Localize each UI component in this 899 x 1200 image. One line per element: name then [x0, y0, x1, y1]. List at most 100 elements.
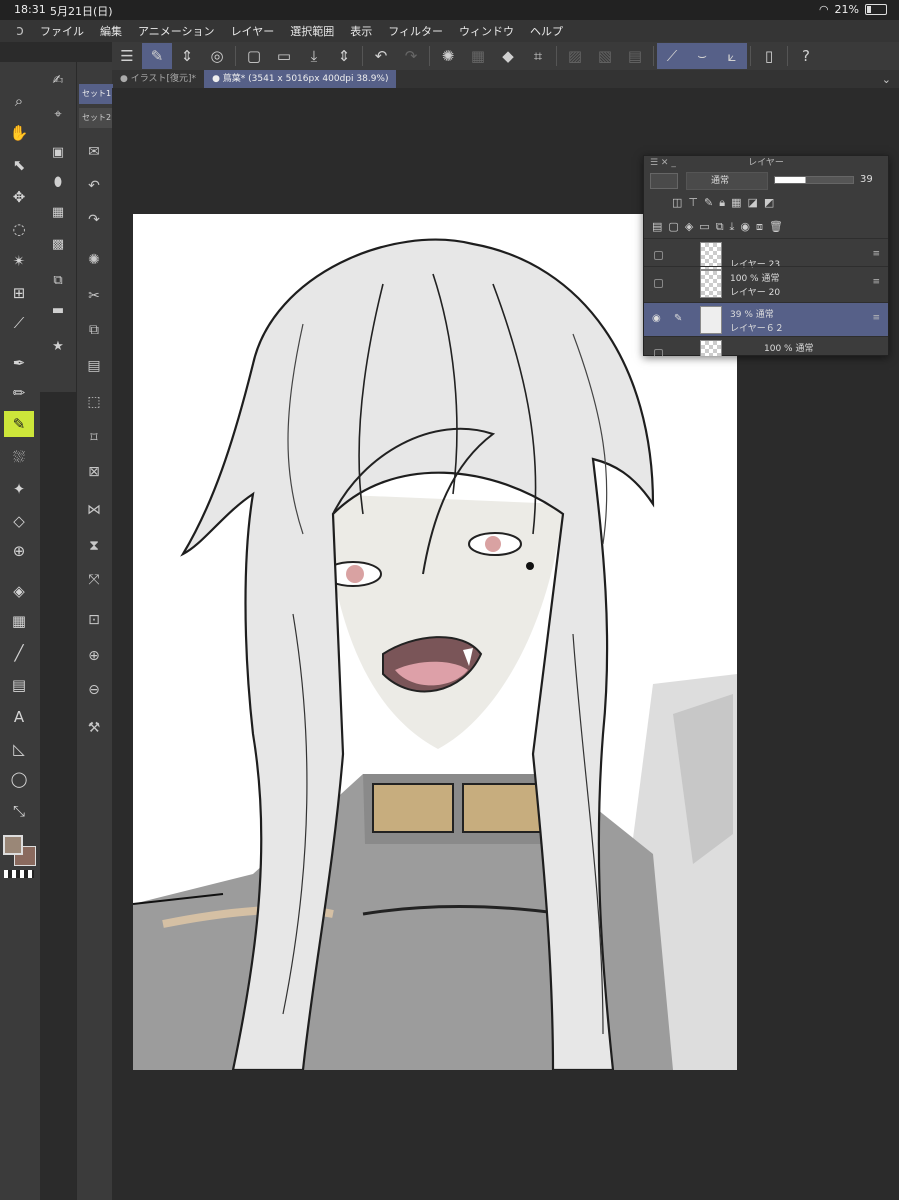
pen-settings-icon[interactable]: ⟀ [717, 43, 747, 69]
layer-property-icon[interactable]: ▤ [652, 220, 662, 234]
hand-icon[interactable]: ✋ [4, 120, 34, 146]
layer-subtool-icon[interactable]: ▣ [44, 140, 72, 164]
clip-studio-icon[interactable]: ◎ [202, 43, 232, 69]
menu-window[interactable]: ウィンドウ [459, 23, 514, 39]
zoom-in-icon[interactable]: ⊕ [79, 642, 109, 670]
zoom-fit-icon[interactable]: ⊡ [79, 606, 109, 634]
decoration-icon[interactable]: ✦ [4, 476, 34, 502]
eraser-icon[interactable]: ◇ [4, 508, 34, 534]
blend-mode-select[interactable]: 通常 [686, 172, 768, 190]
visibility-toggle[interactable] [654, 349, 663, 356]
tab-tsutaba[interactable]: ● 蔦葉* (3541 x 5016px 400dpi 38.9%) [204, 70, 397, 88]
spinner-icon[interactable]: ✺ [79, 246, 109, 274]
opacity-value[interactable]: 39 [860, 174, 873, 185]
open-folder-icon[interactable]: ▭ [269, 43, 299, 69]
drops-icon[interactable]: ⬮ [44, 170, 72, 194]
cut-icon[interactable]: ✂ [79, 282, 109, 310]
trash-icon[interactable]: 🗑︎ [769, 220, 783, 234]
save-stepper-icon[interactable]: ⇕ [329, 43, 359, 69]
reference-icon[interactable]: ⊤ [688, 196, 698, 210]
lock-alpha-icon[interactable]: ▦ [731, 196, 741, 210]
panel-window-controls[interactable]: ☰ ✕ _ [650, 156, 676, 170]
app-logo-icon[interactable]: ↄ [0, 23, 40, 39]
eraser-subtool-icon[interactable]: ⌖ [44, 102, 72, 126]
flip-vertical-icon[interactable]: ⧗ [79, 532, 109, 560]
layer-menu-icon[interactable]: ≡ [872, 277, 880, 287]
clear-icon[interactable]: ▦ [463, 43, 493, 69]
undo-side-icon[interactable]: ↶ [79, 172, 109, 200]
brush-icon[interactable]: ✎ [4, 411, 34, 437]
pen-icon[interactable]: ✒ [4, 350, 34, 376]
new-folder-icon[interactable]: ▭ [699, 220, 709, 234]
magic-wand-icon[interactable]: ✴ [4, 248, 34, 274]
pen-subtool-icon[interactable]: ✍ [44, 68, 72, 92]
crop-icon[interactable]: ▤ [620, 43, 650, 69]
figure-icon[interactable]: ╱ [4, 640, 34, 666]
new-vector-layer-icon[interactable]: ◈ [685, 220, 693, 234]
help-icon[interactable]: ? [791, 43, 821, 69]
gradient-icon[interactable]: ▦ [4, 608, 34, 634]
balloon-icon[interactable]: ◺ [4, 736, 34, 762]
merge-icon[interactable]: ⧉ [716, 220, 724, 234]
clip-icon[interactable]: ◫ [672, 196, 682, 210]
navigator-icon[interactable]: ▬ [44, 298, 72, 322]
mask-icon[interactable]: ◪ [747, 196, 757, 210]
transform-icon[interactable]: ⌗ [523, 43, 553, 69]
fill-icon[interactable]: ◆ [493, 43, 523, 69]
speech-bubble-icon[interactable]: ◯ [4, 766, 34, 792]
copy-layer-icon[interactable]: ⧈ [756, 220, 763, 234]
menu-view[interactable]: 表示 [350, 23, 372, 39]
set-1-button[interactable]: セット1 [79, 84, 113, 104]
film-icon[interactable]: ▩ [44, 232, 72, 256]
set-2-button[interactable]: セット2 [79, 108, 113, 128]
mesh-transform-icon[interactable]: ⊠ [79, 458, 109, 486]
new-raster-layer-icon[interactable]: ▢ [668, 220, 678, 234]
fill-bucket-icon[interactable]: ◈ [4, 578, 34, 604]
menu-selection[interactable]: 選択範囲 [290, 23, 334, 39]
layer-row[interactable]: 100 % 通常 [644, 336, 888, 356]
main-color-swatch[interactable] [3, 835, 23, 855]
news-icon[interactable]: ✉ [79, 138, 109, 166]
layer-row[interactable]: 100 % 通常 レイヤー 20 ≡ [644, 266, 888, 300]
save-icon[interactable]: ⤓ [299, 43, 329, 69]
layer-type-button[interactable] [650, 173, 678, 189]
menu-file[interactable]: ファイル [40, 23, 84, 39]
move-icon[interactable]: ✥ [4, 184, 34, 210]
wrench-icon[interactable]: ⚒ [79, 714, 109, 742]
zoom-out-icon[interactable]: ⊖ [79, 676, 109, 704]
text-icon[interactable]: A [4, 704, 34, 730]
star-icon[interactable]: ★ [44, 334, 72, 358]
redo-side-icon[interactable]: ↷ [79, 206, 109, 234]
menu-help[interactable]: ヘルプ [530, 23, 563, 39]
grid-icon[interactable]: ⊞ [4, 280, 34, 306]
transform-side-icon[interactable]: ⬚ [79, 388, 109, 416]
copy-icon[interactable]: ⧉ [79, 316, 109, 344]
menu-layer[interactable]: レイヤー [231, 23, 275, 39]
layer-row-selected[interactable]: ◉ ✎ 39 % 通常 レイヤー６２ ≡ [644, 302, 888, 336]
new-file-icon[interactable]: ✎ [142, 43, 172, 69]
airbrush-icon[interactable]: ⛆ [4, 444, 34, 470]
tab-illust[interactable]: ● イラスト[復元]* [112, 70, 204, 88]
palette-color-icon[interactable]: ◩ [764, 196, 774, 210]
menu-edit[interactable]: 編集 [100, 23, 122, 39]
transparent-color-swatch[interactable] [4, 870, 34, 878]
pencil-icon[interactable]: ✏ [4, 380, 34, 406]
layer-menu-icon[interactable]: ≡ [872, 249, 880, 259]
menu-filter[interactable]: フィルター [388, 23, 443, 39]
operation-icon[interactable]: ⬉ [4, 152, 34, 178]
eye-icon[interactable]: ◉ [652, 313, 661, 324]
frame-icon[interactable]: ▤ [4, 672, 34, 698]
eyedropper-icon[interactable]: ⟋ [4, 310, 34, 336]
blend-icon[interactable]: ⊕ [4, 538, 34, 564]
zoom-icon[interactable]: ⌕ [4, 88, 34, 114]
free-transform-icon[interactable]: ⌑ [79, 424, 109, 452]
lock-icon[interactable]: 🔒︎ [719, 196, 725, 210]
hamburger-icon[interactable]: ☰ [112, 43, 142, 69]
rotate-icon[interactable]: ⤧ [79, 566, 109, 594]
redo-icon[interactable]: ↷ [396, 43, 426, 69]
brush-stabilize-icon[interactable]: ⌣ [687, 43, 717, 69]
visibility-toggle[interactable] [654, 251, 663, 260]
mask-add-icon[interactable]: ◉ [740, 220, 750, 234]
layer-stack-icon[interactable]: ⧉ [44, 268, 72, 292]
deselect-icon[interactable]: ▨ [560, 43, 590, 69]
